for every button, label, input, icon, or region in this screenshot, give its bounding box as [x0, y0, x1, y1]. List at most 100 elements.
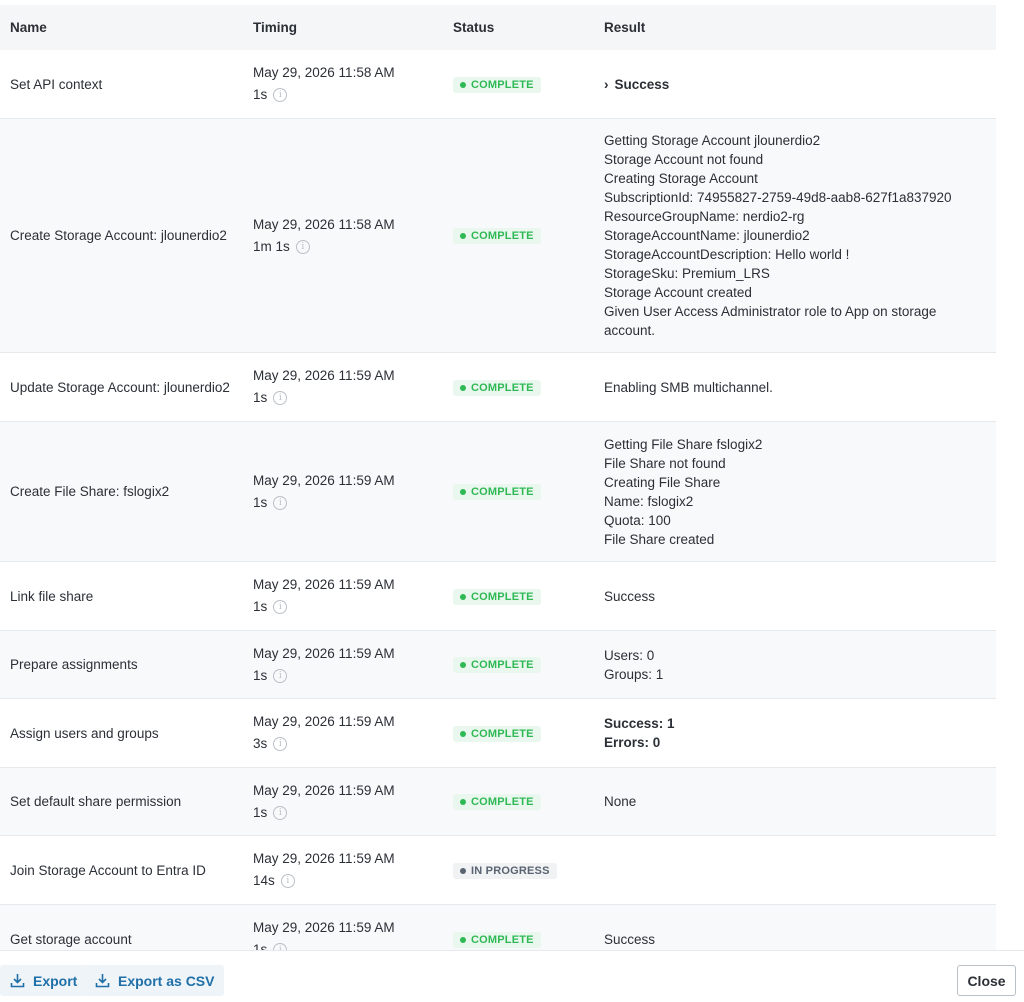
status-dot-icon	[460, 867, 466, 874]
task-name: Link file share	[10, 588, 94, 604]
col-status-header: Status	[453, 20, 495, 35]
task-result: Enabling SMB multichannel.	[604, 379, 773, 395]
table-row: Update Storage Account: jlounerdio2 May …	[0, 353, 996, 422]
info-icon[interactable]: i	[273, 391, 288, 405]
task-timing: May 29, 2026 11:59 AM 1s i	[243, 917, 443, 950]
status-badge: COMPLETE	[453, 725, 541, 742]
task-duration: 14s	[253, 873, 275, 888]
table-row: Link file share May 29, 2026 11:59 AM 1s…	[0, 562, 996, 631]
table-row: Prepare assignments May 29, 2026 11:59 A…	[0, 631, 996, 699]
export-button[interactable]: Export	[0, 965, 88, 996]
col-timing-header: Timing	[253, 19, 298, 35]
status-badge: COMPLETE	[453, 379, 541, 396]
task-timing: May 29, 2026 11:58 AM 1m 1s i	[243, 214, 443, 258]
task-time: May 29, 2026 11:59 AM	[253, 782, 395, 798]
result-expander[interactable]: › Success	[593, 75, 996, 94]
status-dot-icon	[460, 799, 466, 805]
table-row: Assign users and groups May 29, 2026 11:…	[0, 699, 996, 768]
task-result: Getting Storage Account jlounerdio2 Stor…	[604, 133, 952, 338]
status-dot-icon	[460, 233, 466, 239]
task-duration: 1s	[253, 599, 268, 614]
task-timing: May 29, 2026 11:59 AM 1s i	[243, 643, 443, 687]
task-name: Set default share permission	[10, 794, 182, 809]
export-csv-button[interactable]: Export as CSV	[85, 965, 225, 996]
download-icon	[95, 974, 110, 988]
task-duration: 1s	[253, 87, 268, 102]
status-badge: COMPLETE	[453, 657, 541, 673]
task-result: Users: 0 Groups: 1	[604, 647, 664, 682]
task-name: Join Storage Account to Entra ID	[10, 862, 206, 878]
table-header: Name Timing Status Result	[0, 5, 996, 50]
task-time: May 29, 2026 11:59 AM	[253, 714, 395, 729]
status-badge: COMPLETE	[453, 931, 541, 948]
task-duration: 1s	[253, 667, 268, 683]
chevron-right-icon: ›	[604, 76, 609, 92]
table-row: Create File Share: fslogix2 May 29, 2026…	[0, 422, 996, 562]
task-name: Set API context	[10, 76, 103, 92]
info-icon[interactable]: i	[273, 88, 288, 102]
status-dot-icon	[460, 384, 466, 391]
task-time: May 29, 2026 11:58 AM	[253, 216, 395, 232]
table-row: Join Storage Account to Entra ID May 29,…	[0, 836, 996, 905]
task-timing: May 29, 2026 11:59 AM 3s i	[243, 711, 443, 755]
task-duration: 1s	[253, 804, 268, 820]
info-icon[interactable]: i	[273, 495, 288, 510]
info-icon[interactable]: i	[280, 874, 295, 888]
task-timing: May 29, 2026 11:59 AM 1s i	[243, 365, 443, 409]
task-result: Success: 1 Errors: 0	[604, 716, 675, 750]
table-row: Set API context May 29, 2026 11:58 AM 1s…	[0, 50, 996, 119]
info-icon[interactable]: i	[273, 600, 288, 614]
tasks-table: Name Timing Status Result Set API contex…	[0, 5, 996, 950]
status-dot-icon	[460, 489, 466, 495]
info-icon[interactable]: i	[273, 737, 288, 751]
info-icon[interactable]: i	[295, 239, 310, 254]
col-result-header: Result	[604, 20, 646, 35]
col-name-header: Name	[10, 20, 47, 35]
task-timing: May 29, 2026 11:59 AM 1s i	[243, 780, 443, 824]
info-icon[interactable]: i	[273, 805, 288, 820]
status-dot-icon	[460, 81, 466, 88]
status-dot-icon	[460, 593, 466, 600]
task-name: Create Storage Account: jlounerdio2	[10, 228, 227, 243]
status-badge: IN PROGRESS	[453, 862, 557, 879]
task-result: None	[604, 794, 637, 809]
table-row: Create Storage Account: jlounerdio2 May …	[0, 119, 996, 353]
table-row: Get storage account May 29, 2026 11:59 A…	[0, 905, 996, 950]
status-badge: COMPLETE	[453, 588, 541, 605]
status-dot-icon	[460, 662, 466, 668]
task-duration: 1s	[253, 494, 268, 510]
task-result: Getting File Share fslogix2 File Share n…	[604, 436, 763, 547]
status-dot-icon	[460, 730, 466, 737]
task-name: Update Storage Account: jlounerdio2	[10, 379, 230, 395]
task-name: Assign users and groups	[10, 725, 159, 741]
status-badge: COMPLETE	[453, 228, 541, 244]
status-dot-icon	[460, 936, 466, 943]
table-row: Set default share permission May 29, 202…	[0, 768, 996, 836]
download-icon	[10, 974, 25, 988]
info-icon[interactable]: i	[273, 943, 288, 950]
task-result: Success	[604, 931, 656, 947]
task-duration: 1s	[253, 390, 268, 405]
task-result: Success	[604, 588, 656, 604]
task-duration: 1m 1s	[253, 238, 290, 254]
task-duration: 3s	[253, 736, 268, 751]
info-icon[interactable]: i	[273, 668, 288, 683]
task-timing: May 29, 2026 11:59 AM 14s i	[243, 848, 443, 892]
task-name: Get storage account	[10, 931, 132, 947]
task-duration: 1s	[253, 942, 268, 950]
task-time: May 29, 2026 11:59 AM	[253, 920, 395, 935]
task-name: Prepare assignments	[10, 657, 138, 672]
task-time: May 29, 2026 11:59 AM	[253, 851, 395, 866]
task-time: May 29, 2026 11:59 AM	[253, 645, 395, 661]
task-time: May 29, 2026 11:58 AM	[253, 65, 395, 80]
task-timing: May 29, 2026 11:59 AM 1s i	[243, 470, 443, 514]
dialog-footer: Export Export as CSV Close	[0, 950, 1024, 1002]
task-time: May 29, 2026 11:59 AM	[253, 368, 395, 383]
task-timing: May 29, 2026 11:58 AM 1s i	[243, 62, 443, 106]
status-badge: COMPLETE	[453, 484, 541, 500]
status-badge: COMPLETE	[453, 76, 541, 93]
task-time: May 29, 2026 11:59 AM	[253, 577, 395, 592]
task-time: May 29, 2026 11:59 AM	[253, 472, 395, 488]
close-button[interactable]: Close	[957, 965, 1016, 996]
task-timing: May 29, 2026 11:59 AM 1s i	[243, 574, 443, 618]
